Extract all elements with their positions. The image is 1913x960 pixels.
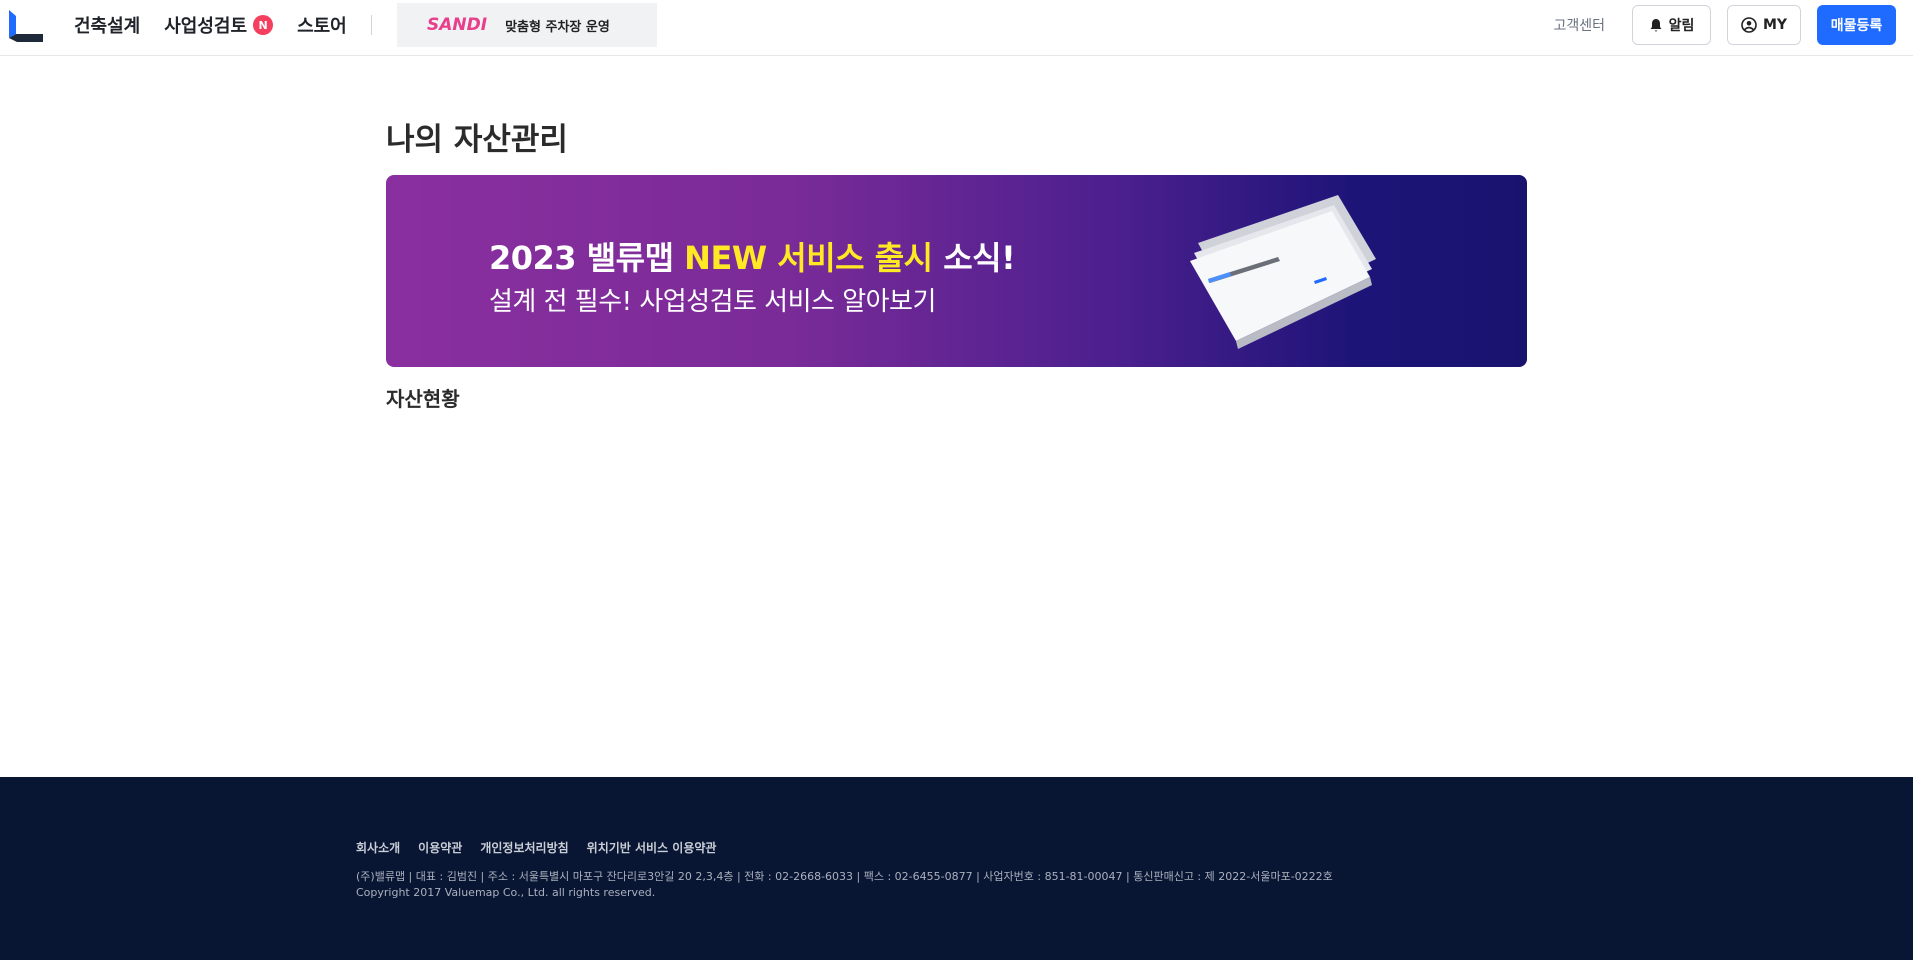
footer-link-terms[interactable]: 이용약관 [418,839,462,856]
banner-subtitle: 설계 전 필수! 사업성검토 서비스 알아보기 [489,287,936,317]
banner-headline-prefix: 2023 밸류맵 [489,239,674,277]
main-nav: 건축설계 사업성검토 N 스토어 [74,0,347,50]
bell-icon [1650,18,1662,31]
footer-link-privacy[interactable]: 개인정보처리방침 [480,839,568,856]
nav-label: 건축설계 [74,16,141,37]
sandi-text: 맞춤형 주차장 운영 [505,19,610,35]
footer-link-location-terms[interactable]: 위치기반 서비스 이용약관 [587,839,717,856]
sandi-logo: SANDI [427,15,488,35]
nav-divider [371,15,372,35]
asset-status-title: 자산현황 [386,387,460,411]
my-button[interactable]: MY [1727,5,1801,45]
alarm-button[interactable]: 알림 [1632,5,1711,45]
nav-feasibility-review[interactable]: 사업성검토 N [164,12,274,38]
report-book-image [1190,195,1376,349]
customer-center-link[interactable]: 고객센터 [1553,15,1605,35]
promo-banner[interactable]: 2023 밸류맵 NEW 서비스 출시 소식! 설계 전 필수! 사업성검토 서… [386,175,1527,367]
page-title: 나의 자산관리 [386,122,568,158]
footer-copyright: Copyright 2017 Valuemap Co., Ltd. all ri… [356,886,656,899]
banner-headline-highlight: NEW 서비스 출시 [684,239,933,277]
top-header: 건축설계 사업성검토 N 스토어 SANDI 맞춤형 주차장 운영 고객센터 알… [0,0,1913,56]
new-badge: N [253,15,274,35]
sandi-promo-link[interactable]: SANDI 맞춤형 주차장 운영 [397,3,657,47]
user-circle-icon [1741,17,1757,33]
footer-link-company[interactable]: 회사소개 [356,839,400,856]
alarm-label: 알림 [1668,18,1695,34]
banner-headline-suffix: 소식! [943,239,1016,277]
footer-company-info: (주)밸류맵 | 대표 : 김범진 | 주소 : 서울특별시 마포구 잔다리로3… [356,870,1333,883]
nav-label: 스토어 [297,16,347,37]
footer-links: 회사소개 이용약관 개인정보처리방침 위치기반 서비스 이용약관 [356,839,716,856]
banner-headline: 2023 밸류맵 NEW 서비스 출시 소식! [489,233,1016,279]
nav-store[interactable]: 스토어 [297,12,347,38]
nav-label: 사업성검토 [164,16,248,37]
site-footer: 회사소개 이용약관 개인정보처리방침 위치기반 서비스 이용약관 (주)밸류맵 … [0,777,1913,960]
register-listing-button[interactable]: 매물등록 [1817,5,1896,45]
nav-architecture-design[interactable]: 건축설계 [74,12,140,38]
my-label: MY [1762,17,1788,33]
header-actions: 고객센터 알림 MY 매물등록 [1553,5,1896,45]
valuemap-logo-icon[interactable] [9,8,43,42]
